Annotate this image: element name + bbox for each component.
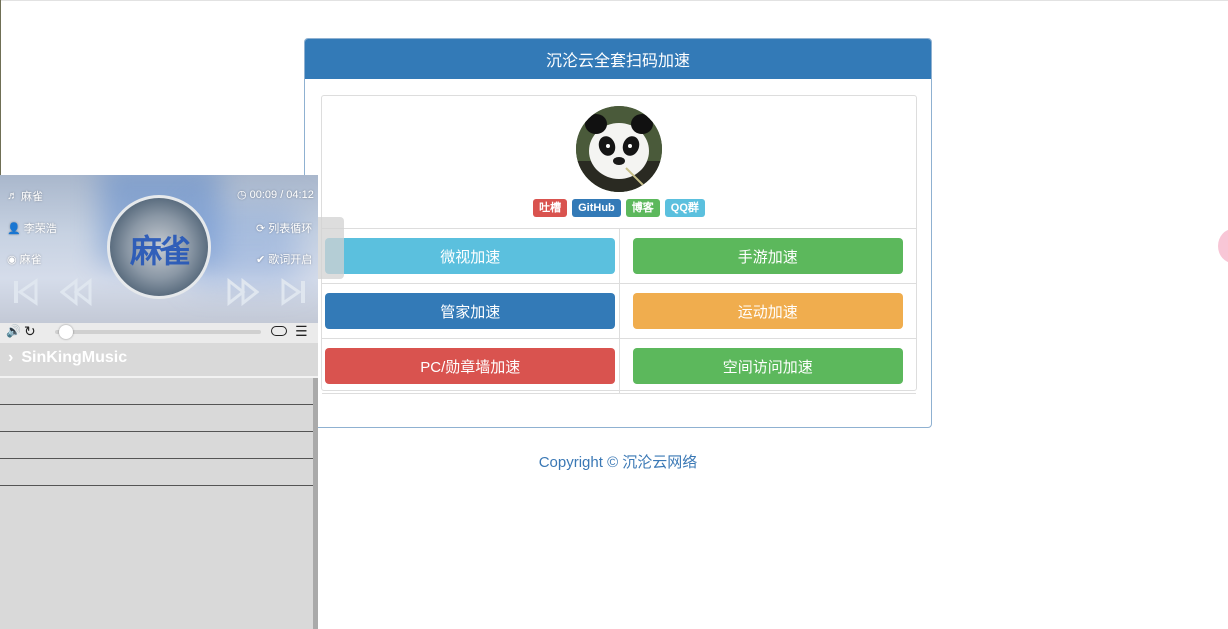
list-item[interactable] xyxy=(0,459,313,486)
speedup-panel: 沉沦云全套扫码加速 吐槽 GitHub 博客 QQ群 微视加速 手游加速 管家加… xyxy=(304,38,932,428)
song-title: 麻雀 xyxy=(21,191,43,203)
playlist xyxy=(0,378,313,486)
clock-icon: ◷ xyxy=(237,189,247,201)
grid-cell: 运动加速 xyxy=(618,284,917,338)
list-item[interactable] xyxy=(0,405,313,432)
play-time: 00:09 / 04:12 xyxy=(249,188,314,201)
lyrics-toggle[interactable]: ✔ 歌词开启 xyxy=(256,251,312,267)
disc-icon: ◉ xyxy=(7,253,17,266)
album-info: ◉ 麻雀 xyxy=(7,251,42,267)
tag-qq-group[interactable]: QQ群 xyxy=(664,199,705,217)
list-item[interactable] xyxy=(0,378,313,405)
next-icon[interactable] xyxy=(227,277,260,311)
toggle-icon[interactable] xyxy=(271,326,287,336)
grid-cell: 空间访问加速 xyxy=(618,339,917,393)
brand-name: SinKingMusic xyxy=(21,349,128,366)
pc-medal-speedup-button[interactable]: PC/勋章墙加速 xyxy=(325,348,616,384)
top-border xyxy=(0,0,1228,1)
sport-speedup-button[interactable]: 运动加速 xyxy=(632,293,903,329)
panel-title: 沉沦云全套扫码加速 xyxy=(545,53,690,70)
player-header: ♬ 麻雀 ◷ 00:09 / 04:12 👤 李荣浩 ⟳ 列表循环 ◉ 麻雀 ✔… xyxy=(0,175,318,323)
song-info: ♬ 麻雀 xyxy=(7,188,43,204)
album-cover-title: 麻雀 xyxy=(129,232,191,270)
floating-pink-widget[interactable] xyxy=(1218,229,1228,263)
grid-cell: PC/勋章墙加速 xyxy=(322,339,619,393)
album-name: 麻雀 xyxy=(19,254,42,266)
list-item[interactable] xyxy=(0,432,313,459)
progress-track[interactable] xyxy=(55,330,261,334)
panel-body: 吐槽 GitHub 博客 QQ群 微视加速 手游加速 管家加速 运动加速 PC/… xyxy=(321,95,917,394)
album-cover-disc: 麻雀 xyxy=(107,195,211,299)
manager-speedup-button[interactable]: 管家加速 xyxy=(325,293,616,329)
artist-name: 李荣浩 xyxy=(23,223,57,235)
button-grid: 微视加速 手游加速 管家加速 运动加速 PC/勋章墙加速 空间访问加速 xyxy=(322,228,916,394)
panel-header: 沉沦云全套扫码加速 xyxy=(305,39,931,79)
playlist-scrollbar[interactable] xyxy=(313,378,318,629)
playlist-icon[interactable]: ☰ xyxy=(295,323,308,340)
player-brand[interactable]: › SinKingMusic xyxy=(8,349,127,367)
space-visit-speedup-button[interactable]: 空间访问加速 xyxy=(632,348,903,384)
grid-cell: 管家加速 xyxy=(322,284,619,338)
tag-row: 吐槽 GitHub 博客 QQ群 xyxy=(322,199,916,217)
loop-mode-label: 列表循环 xyxy=(268,223,313,235)
loop-icon: ⟳ xyxy=(256,222,266,235)
music-note-icon: ♬ xyxy=(7,190,18,202)
check-circle-icon: ✔ xyxy=(256,253,266,266)
repeat-icon[interactable]: ↻ xyxy=(24,323,36,340)
weishi-speedup-button[interactable]: 微视加速 xyxy=(325,238,616,274)
mobile-game-speedup-button[interactable]: 手游加速 xyxy=(632,238,903,274)
tag-blog[interactable]: 博客 xyxy=(625,199,660,217)
tag-complain[interactable]: 吐槽 xyxy=(533,199,568,217)
chevron-right-icon: › xyxy=(8,349,14,366)
music-player: ♬ 麻雀 ◷ 00:09 / 04:12 👤 李荣浩 ⟳ 列表循环 ◉ 麻雀 ✔… xyxy=(0,175,318,629)
grid-cell: 微视加速 xyxy=(322,229,619,283)
volume-icon[interactable]: 🔊 xyxy=(6,324,21,338)
grid-row: PC/勋章墙加速 空间访问加速 xyxy=(322,338,916,394)
time-info: ◷ 00:09 / 04:12 xyxy=(237,188,314,202)
player-toggle-handle[interactable] xyxy=(318,217,344,279)
progress-handle[interactable] xyxy=(59,325,74,339)
grid-row: 管家加速 运动加速 xyxy=(322,283,916,338)
grid-cell: 手游加速 xyxy=(618,229,917,283)
copyright-text: Copyright © 沉沦云网络 xyxy=(538,454,698,471)
previous-icon[interactable] xyxy=(59,277,92,311)
last-track-icon[interactable] xyxy=(281,278,307,311)
panda-avatar xyxy=(576,106,662,192)
grid-row: 微视加速 手游加速 xyxy=(322,228,916,283)
loop-mode-info[interactable]: ⟳ 列表循环 xyxy=(256,220,312,236)
lyrics-label: 歌词开启 xyxy=(268,254,313,266)
first-track-icon[interactable] xyxy=(12,278,38,311)
artist-info: 👤 李荣浩 xyxy=(7,220,57,236)
user-icon: 👤 xyxy=(7,222,21,235)
tag-github[interactable]: GitHub xyxy=(572,199,621,217)
player-control-bar: 🔊 ↻ ☰ xyxy=(0,323,318,343)
